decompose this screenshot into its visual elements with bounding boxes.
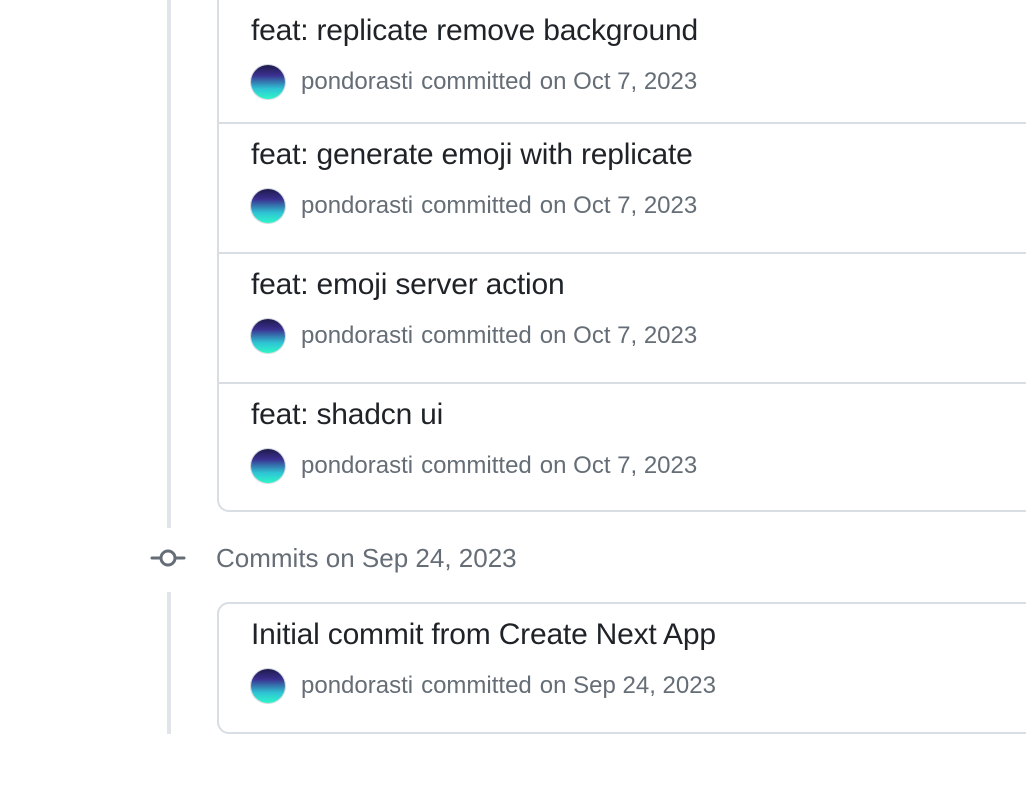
committed-label: committed: [421, 192, 532, 219]
committed-label: committed: [421, 672, 532, 699]
timeline-line: [167, 592, 171, 734]
author-link[interactable]: pondorasti: [301, 68, 413, 96]
date-header-label: Commits on Sep 24, 2023: [216, 542, 517, 573]
committed-label: committed: [421, 452, 532, 479]
commit-row: Initial commit from Create Next App pond…: [219, 604, 1026, 734]
commit-date: on Oct 7, 2023: [539, 452, 698, 479]
avatar-icon[interactable]: [251, 319, 285, 353]
commit-date: on Oct 7, 2023: [539, 68, 698, 95]
committed-label: committed: [421, 322, 532, 349]
author-link[interactable]: pondorasti: [301, 672, 413, 700]
avatar-icon[interactable]: [251, 669, 285, 703]
author-link[interactable]: pondorasti: [301, 452, 413, 480]
commit-meta: pondorasti committed on Oct 7, 2023: [251, 188, 697, 224]
author-link[interactable]: pondorasti: [301, 192, 413, 220]
commit-title-link[interactable]: feat: generate emoji with replicate: [251, 138, 693, 172]
commit-row: feat: replicate remove background pondor…: [219, 0, 1026, 124]
commit-group-card: feat: replicate remove background pondor…: [217, 0, 1026, 512]
commit-meta: pondorasti committed on Oct 7, 2023: [251, 448, 697, 484]
avatar-icon[interactable]: [251, 65, 285, 99]
commit-row: feat: emoji server action pondorasti com…: [219, 254, 1026, 384]
commit-meta: pondorasti committed on Sep 24, 2023: [251, 668, 716, 704]
avatar-icon[interactable]: [251, 449, 285, 483]
commit-history-page: feat: replicate remove background pondor…: [0, 0, 1026, 788]
commit-row: feat: shadcn ui pondorasti committed on …: [219, 384, 1026, 514]
commit-group-card: Initial commit from Create Next App pond…: [217, 602, 1026, 734]
author-link[interactable]: pondorasti: [301, 322, 413, 350]
committed-label: committed: [421, 68, 532, 95]
commit-meta: pondorasti committed on Oct 7, 2023: [251, 64, 697, 100]
commit-date: on Sep 24, 2023: [539, 672, 716, 699]
commit-title-link[interactable]: feat: replicate remove background: [251, 14, 698, 48]
commit-title-link[interactable]: feat: emoji server action: [251, 268, 565, 302]
commit-title-link[interactable]: feat: shadcn ui: [251, 398, 443, 432]
commit-meta: pondorasti committed on Oct 7, 2023: [251, 318, 697, 354]
commit-date: on Oct 7, 2023: [539, 192, 698, 219]
avatar-icon[interactable]: [251, 189, 285, 223]
commit-date-header: Commits on Sep 24, 2023: [150, 538, 517, 578]
commit-row: feat: generate emoji with replicate pond…: [219, 124, 1026, 254]
git-commit-icon: [150, 549, 186, 567]
commit-title-link[interactable]: Initial commit from Create Next App: [251, 618, 716, 652]
commit-date: on Oct 7, 2023: [539, 322, 698, 349]
timeline-line: [167, 0, 171, 528]
